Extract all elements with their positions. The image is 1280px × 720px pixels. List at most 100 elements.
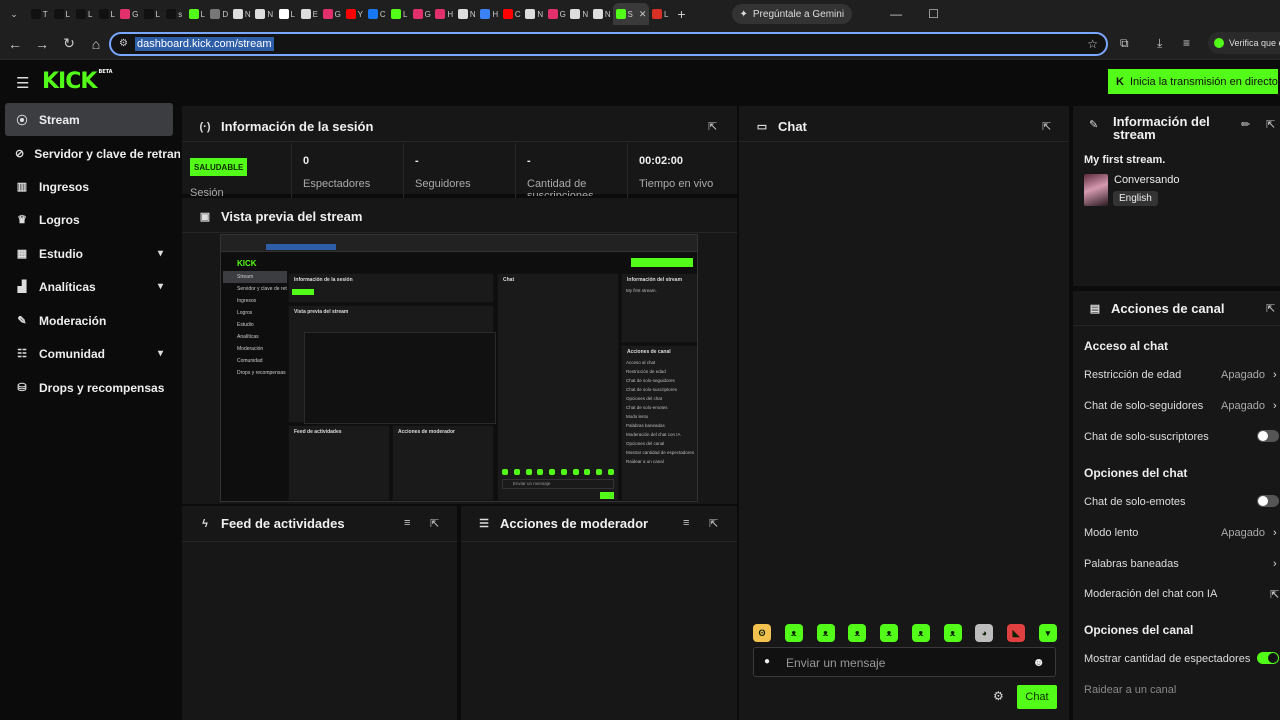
browser-tab[interactable]: D bbox=[208, 3, 231, 25]
emote-frog-icon[interactable]: ᴥ bbox=[816, 624, 835, 642]
new-tab-button[interactable]: + bbox=[672, 6, 692, 22]
browser-tab[interactable]: G bbox=[411, 3, 434, 25]
download-icon[interactable]: ⤓ bbox=[1157, 36, 1162, 51]
browser-tab[interactable]: L bbox=[388, 3, 411, 25]
browser-tab[interactable]: H bbox=[478, 3, 501, 25]
banned-words-label[interactable]: Palabras baneadas bbox=[1084, 558, 1179, 570]
filter-icon[interactable]: ≡ bbox=[404, 517, 410, 529]
kick-logo[interactable]: KICK BETA bbox=[42, 69, 113, 94]
emote-cup-icon[interactable]: ▾ bbox=[1038, 624, 1057, 642]
browser-tab[interactable]: L bbox=[276, 3, 299, 25]
sidebar-item-moderation[interactable]: ✎ Moderación bbox=[5, 304, 173, 337]
extensions-icon[interactable]: ⧉ bbox=[1120, 36, 1129, 51]
gmail-tab[interactable]: L bbox=[649, 3, 672, 25]
browser-tab[interactable]: C bbox=[501, 3, 524, 25]
chevron-right-icon[interactable]: › bbox=[1273, 527, 1277, 539]
sidebar-item-stream[interactable]: ⦿ Stream bbox=[5, 103, 173, 136]
active-tab[interactable]: S ✕ bbox=[613, 3, 649, 25]
emote-frog-icon[interactable]: ᴥ bbox=[880, 624, 899, 642]
popout-icon[interactable]: ⇱ bbox=[1266, 302, 1275, 315]
subs-only-toggle[interactable] bbox=[1257, 430, 1279, 442]
browser-tab[interactable]: N bbox=[253, 3, 276, 25]
chevron-right-icon[interactable]: › bbox=[1273, 558, 1277, 570]
external-link-icon[interactable]: ⇱ bbox=[1270, 588, 1279, 601]
emote-frog-icon[interactable]: ᴥ bbox=[943, 624, 962, 642]
sidebar-item-studio[interactable]: ▦ Estudio ▾ bbox=[5, 237, 173, 270]
popout-icon[interactable]: ⇱ bbox=[1266, 118, 1275, 131]
reload-icon[interactable]: ↻ bbox=[57, 35, 81, 52]
reading-list-icon[interactable]: ≡ bbox=[1183, 36, 1190, 50]
address-bar[interactable]: ⚙ dashboard.kick.com/stream ☆ bbox=[109, 32, 1108, 56]
browser-tab[interactable]: H bbox=[433, 3, 456, 25]
tab-search-icon[interactable]: ⌄ bbox=[0, 3, 28, 25]
followers-only-value[interactable]: Apagado bbox=[1221, 400, 1265, 412]
browser-tab[interactable]: L bbox=[96, 3, 119, 25]
browser-tab[interactable]: L bbox=[186, 3, 209, 25]
browser-tab[interactable]: s bbox=[163, 3, 186, 25]
edit-pencil-icon[interactable]: ✏ bbox=[1241, 118, 1250, 131]
ai-moderation-label[interactable]: Moderación del chat con IA bbox=[1084, 588, 1217, 600]
menu-icon[interactable]: ☰ bbox=[16, 74, 29, 92]
chat-message-input[interactable]: ● Enviar un mensaje ☻ bbox=[753, 647, 1056, 677]
emote-alien-icon[interactable]: ◕ bbox=[975, 624, 994, 642]
filter-icon[interactable]: ≡ bbox=[683, 517, 689, 529]
emote-frog-icon[interactable]: ᴥ bbox=[848, 624, 867, 642]
browser-tab[interactable]: N bbox=[231, 3, 254, 25]
stream-preview-video[interactable]: KICK Stream Servidor y clave de retran I… bbox=[220, 234, 698, 502]
browser-tab[interactable]: E bbox=[298, 3, 321, 25]
slow-mode-label[interactable]: Modo lento bbox=[1084, 527, 1138, 539]
browser-tab[interactable]: L bbox=[51, 3, 74, 25]
maximize-icon[interactable]: ☐ bbox=[928, 7, 939, 21]
browser-tab[interactable]: L bbox=[141, 3, 164, 25]
close-tab-icon[interactable]: ✕ bbox=[639, 9, 647, 20]
browser-tab[interactable]: Y bbox=[343, 3, 366, 25]
browser-tab[interactable]: N bbox=[568, 3, 591, 25]
browser-tab[interactable]: N bbox=[591, 3, 614, 25]
bookmark-star-icon[interactable]: ☆ bbox=[1087, 37, 1098, 51]
age-restriction-value[interactable]: Apagado bbox=[1221, 369, 1265, 381]
back-icon[interactable]: ← bbox=[3, 36, 27, 52]
age-restriction-label[interactable]: Restricción de edad bbox=[1084, 369, 1181, 381]
popout-icon[interactable]: ⇱ bbox=[709, 517, 718, 530]
go-live-button[interactable]: K Inicia la transmisión en directo bbox=[1108, 69, 1278, 94]
sidebar-item-drops[interactable]: ⛁ Drops y recompensas bbox=[5, 371, 173, 404]
chat-settings-icon[interactable]: ⚙ bbox=[993, 689, 1004, 703]
site-info-icon[interactable]: ⚙ bbox=[119, 38, 128, 49]
raid-channel-label[interactable]: Raidear a un canal bbox=[1084, 684, 1176, 696]
home-icon[interactable]: ⌂ bbox=[84, 36, 108, 52]
popout-icon[interactable]: ⇱ bbox=[708, 120, 717, 133]
sidebar-item-community[interactable]: ☷ Comunidad ▾ bbox=[5, 337, 173, 370]
minimize-icon[interactable]: — bbox=[890, 7, 902, 21]
browser-tab[interactable]: G bbox=[321, 3, 344, 25]
chevron-right-icon[interactable]: › bbox=[1273, 400, 1277, 412]
category-thumbnail[interactable] bbox=[1084, 174, 1108, 206]
browser-tab[interactable]: G bbox=[118, 3, 141, 25]
emote-angry-icon[interactable]: ◣ bbox=[1007, 624, 1026, 642]
browser-tab[interactable]: C bbox=[366, 3, 389, 25]
browser-tab[interactable]: T bbox=[28, 3, 51, 25]
browser-tab[interactable]: L bbox=[73, 3, 96, 25]
chat-send-button[interactable]: Chat bbox=[1017, 685, 1057, 709]
sidebar-item-server-key[interactable]: ⊘ Servidor y clave de retransmisión bbox=[5, 137, 180, 170]
emoji-picker-icon[interactable]: ☻ bbox=[1032, 655, 1045, 669]
show-viewers-toggle[interactable] bbox=[1257, 652, 1279, 664]
stream-category[interactable]: Conversando bbox=[1114, 174, 1179, 186]
browser-tab[interactable]: N bbox=[456, 3, 479, 25]
emote-face-icon[interactable]: ʘ bbox=[753, 624, 771, 642]
forward-icon[interactable]: → bbox=[30, 36, 54, 52]
emote-frog-icon[interactable]: ᴥ bbox=[784, 624, 803, 642]
sidebar-item-achievements[interactable]: ♛ Logros bbox=[5, 203, 173, 236]
emote-frog-icon[interactable]: ᴥ bbox=[911, 624, 930, 642]
browser-tab[interactable]: G bbox=[546, 3, 569, 25]
chevron-right-icon[interactable]: › bbox=[1273, 369, 1277, 381]
slow-mode-value[interactable]: Apagado bbox=[1221, 527, 1265, 539]
sidebar-item-analytics[interactable]: ▟ Analíticas ▾ bbox=[5, 270, 173, 303]
followers-only-label[interactable]: Chat de solo-seguidores bbox=[1084, 400, 1203, 412]
sidebar-item-revenue[interactable]: ▥ Ingresos bbox=[5, 170, 173, 203]
emotes-only-toggle[interactable] bbox=[1257, 495, 1279, 507]
popout-icon[interactable]: ⇱ bbox=[1042, 120, 1051, 133]
profile-chip[interactable]: Verifica que e bbox=[1208, 32, 1280, 54]
popout-icon[interactable]: ⇱ bbox=[430, 517, 439, 530]
gemini-button[interactable]: ✦ Pregúntale a Gemini bbox=[731, 4, 853, 24]
url-text[interactable]: dashboard.kick.com/stream bbox=[135, 37, 274, 51]
